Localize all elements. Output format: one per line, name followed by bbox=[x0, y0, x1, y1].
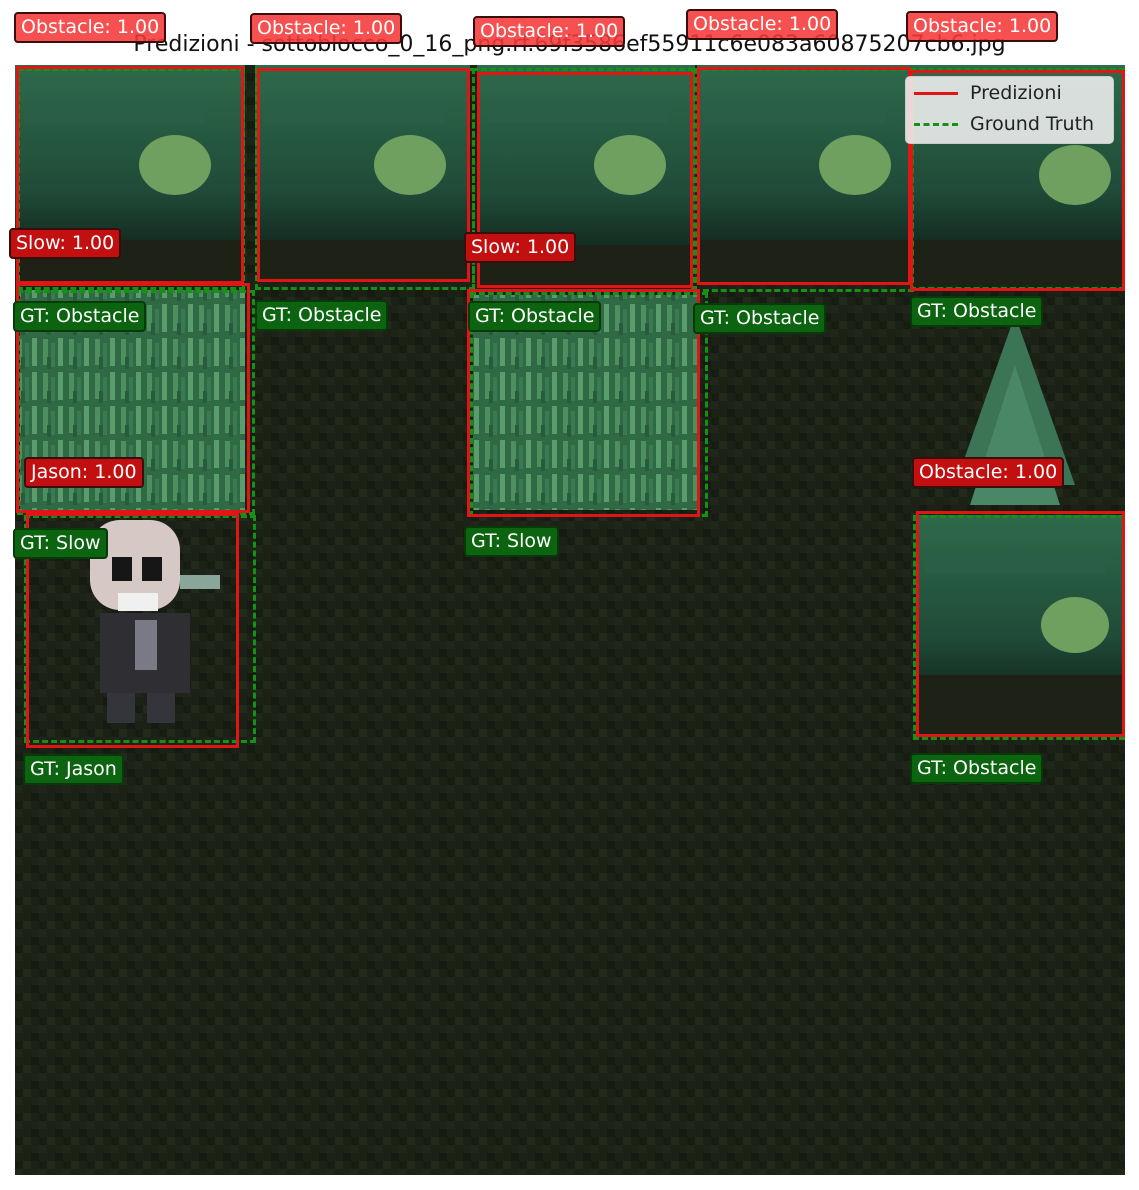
bush-sprite bbox=[918, 515, 1125, 735]
prediction-label: Obstacle: 1.00 bbox=[686, 9, 839, 40]
legend: Predizioni Ground Truth bbox=[905, 76, 1114, 144]
legend-swatch-solid-line bbox=[914, 92, 958, 95]
ground-truth-label: GT: Obstacle bbox=[910, 296, 1044, 327]
prediction-label: Obstacle: 1.00 bbox=[906, 11, 1059, 42]
prediction-label: Jason: 1.00 bbox=[24, 457, 144, 488]
bush-sprite bbox=[697, 65, 912, 282]
legend-item-ground-truth: Ground Truth bbox=[912, 112, 1112, 138]
ground-truth-label: GT: Obstacle bbox=[468, 301, 602, 332]
ground-truth-label: GT: Slow bbox=[464, 526, 559, 557]
legend-item-predictions: Predizioni bbox=[912, 81, 1112, 107]
ground-truth-label: GT: Obstacle bbox=[13, 301, 147, 332]
ground-truth-label: GT: Obstacle bbox=[255, 300, 389, 331]
ground-truth-label: GT: Slow bbox=[13, 528, 108, 559]
prediction-label: Obstacle: 1.00 bbox=[912, 457, 1065, 488]
legend-label-ground-truth: Ground Truth bbox=[970, 113, 1095, 135]
prediction-label: Obstacle: 1.00 bbox=[14, 12, 167, 43]
ground-truth-label: GT: Obstacle bbox=[910, 753, 1044, 784]
prediction-label: Slow: 1.00 bbox=[9, 228, 122, 259]
legend-swatch-dashed-line bbox=[914, 123, 958, 126]
legend-label-predictions: Predizioni bbox=[970, 82, 1062, 104]
ground-truth-label: GT: Jason bbox=[23, 754, 124, 785]
prediction-label: Obstacle: 1.00 bbox=[250, 13, 403, 44]
prediction-label: Slow: 1.00 bbox=[464, 232, 577, 263]
bush-sprite bbox=[255, 65, 470, 285]
ground-truth-label: GT: Obstacle bbox=[693, 303, 827, 334]
prediction-label: Obstacle: 1.00 bbox=[473, 16, 626, 47]
